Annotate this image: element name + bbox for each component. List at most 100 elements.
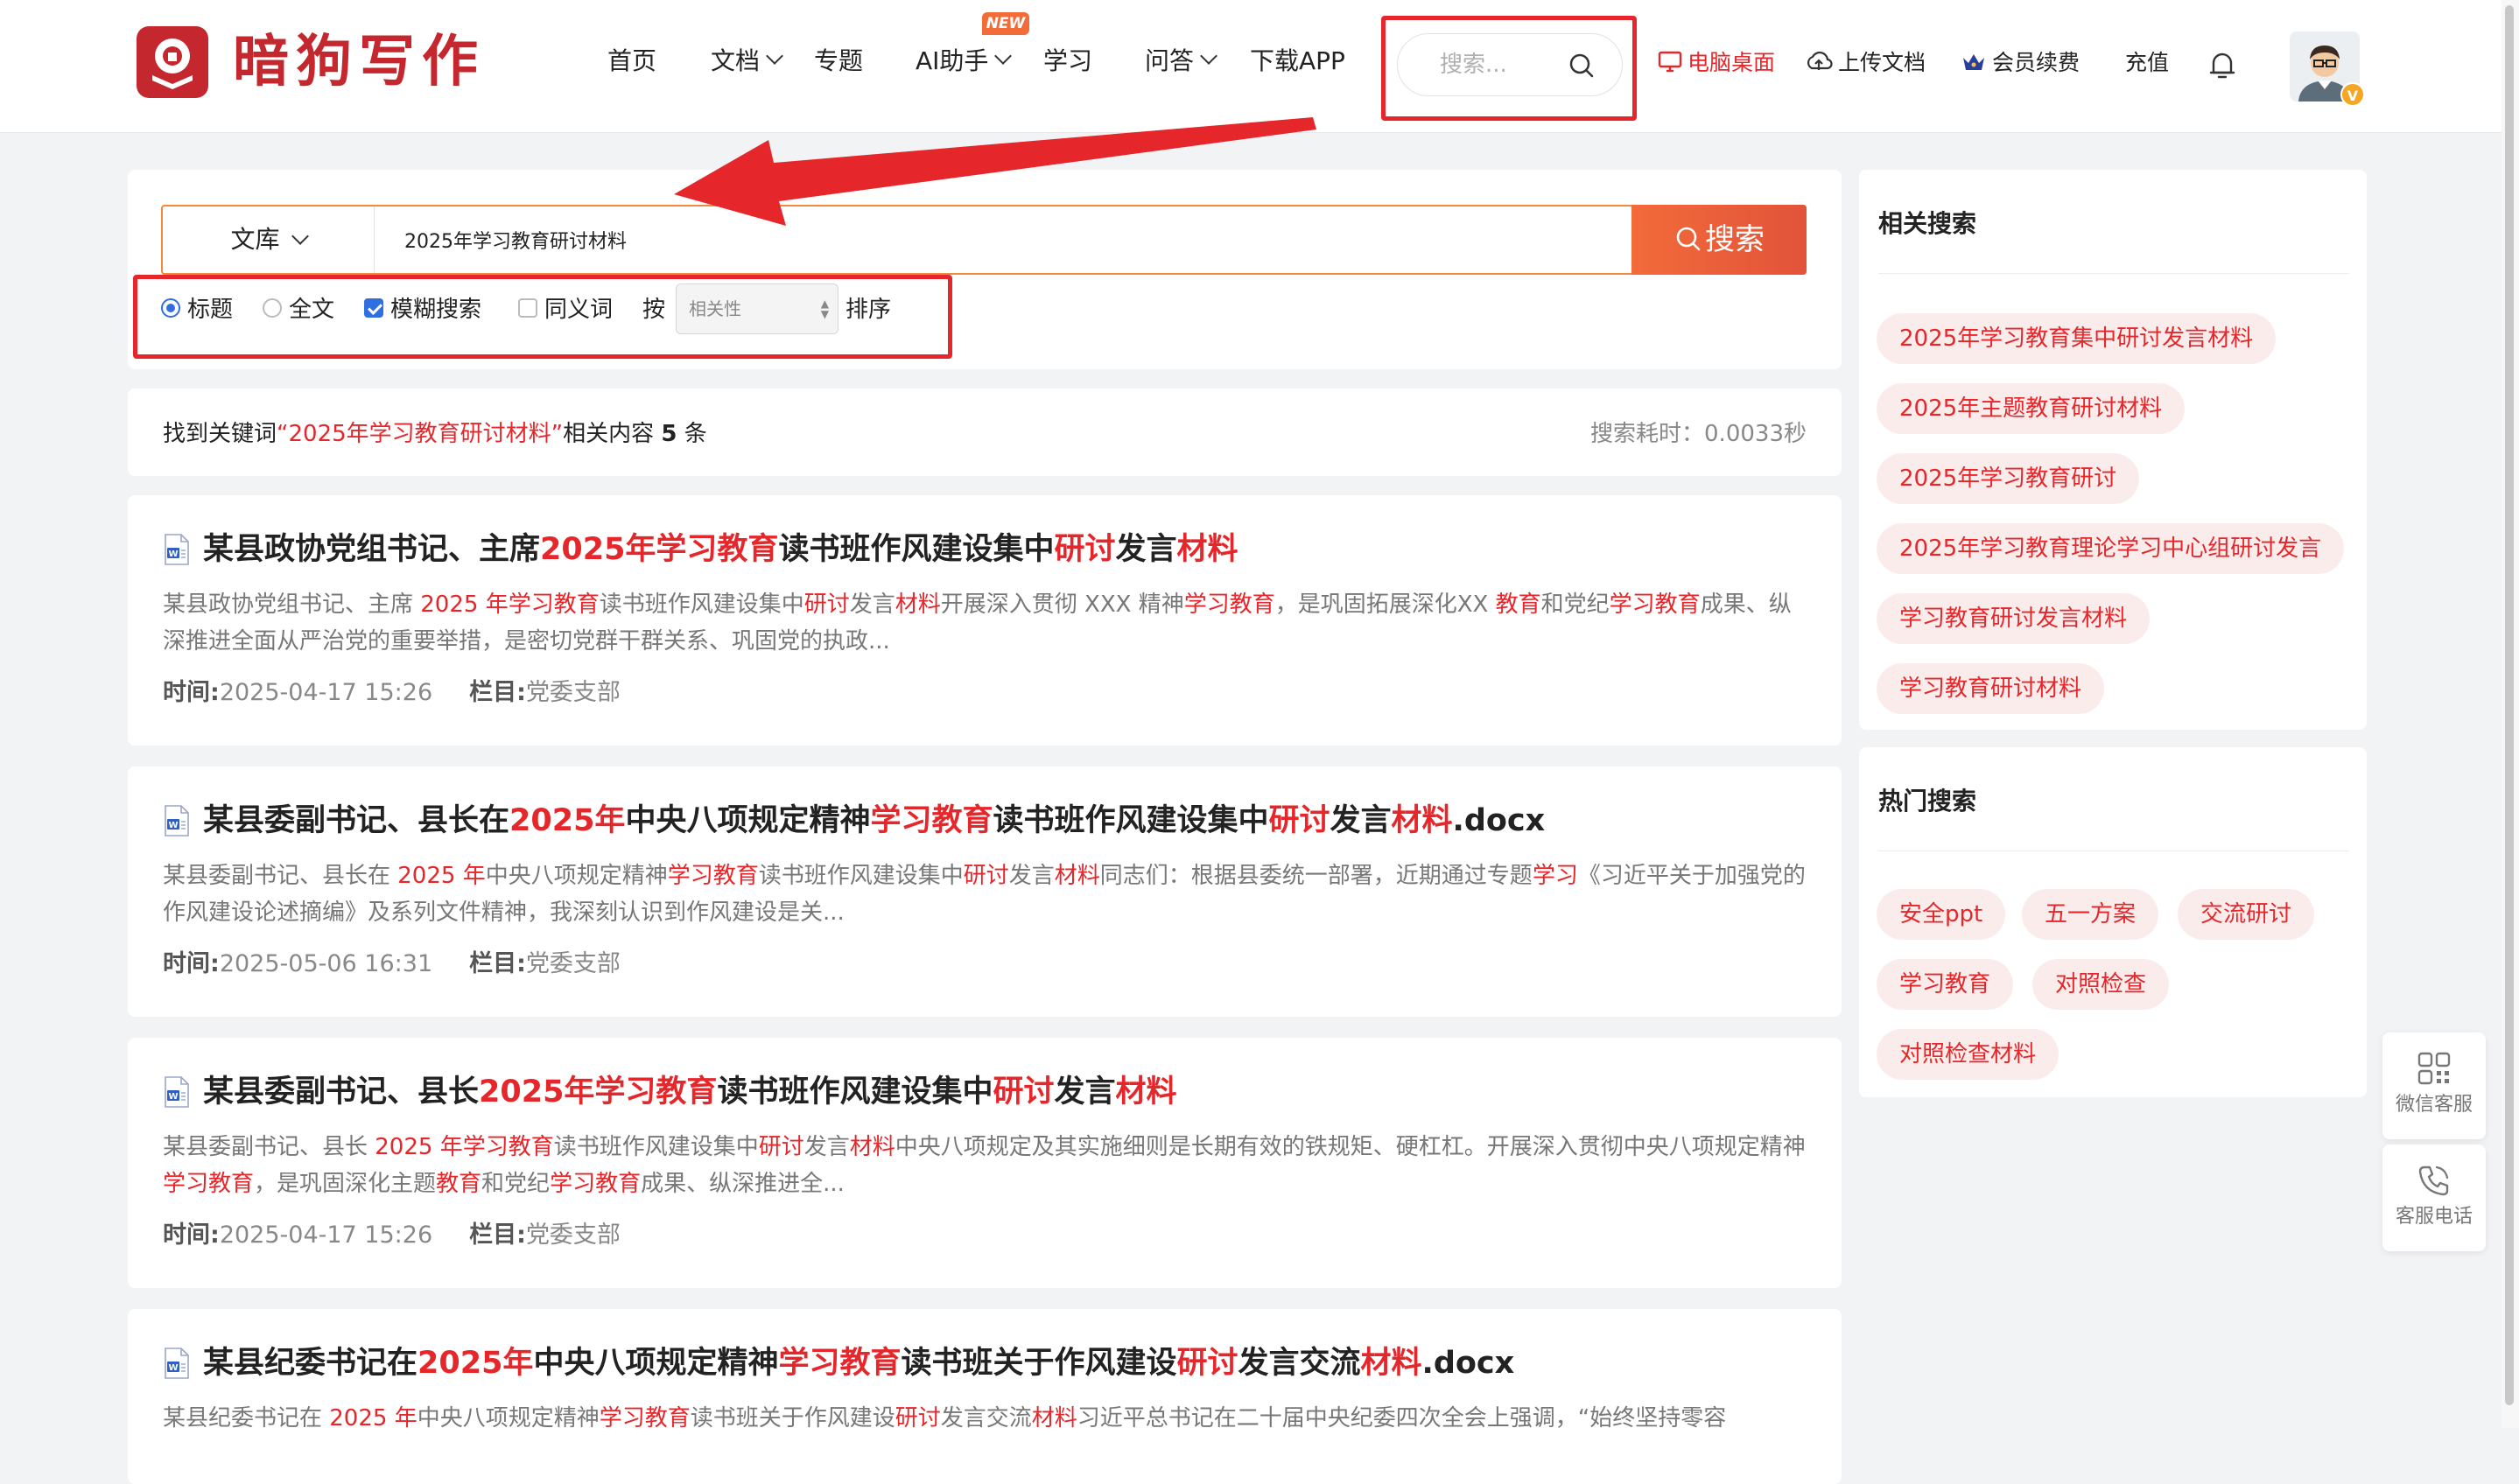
result-snippet: 某县委副书记、县长 2025 年学习教育读书班作风建设集中研讨发言材料中央八项规… [163,1129,1808,1202]
keyword-highlight: 材料 [1360,1346,1422,1381]
text-segment: 某县纪委书记在 [203,1346,418,1381]
phone-service-label: 客服电话 [2395,1206,2473,1228]
text-segment: 某县委副书记、县长 [163,1134,375,1160]
result-category[interactable]: 栏目:党委支部 [469,950,621,977]
upload-link[interactable]: 上传文档 [1805,47,1926,79]
logo-icon[interactable] [137,26,208,98]
nav-home-label: 首页 [607,46,657,75]
keyword-highlight: 学习 [1532,863,1578,889]
result-category-label: 栏目: [469,679,526,706]
result-category[interactable]: 栏目:党委支部 [469,679,621,706]
related-search-tag[interactable]: 学习教育研讨材料 [1877,663,2105,714]
hot-search-tag[interactable]: 对照检查 [2032,959,2170,1010]
result-time: 时间:2025-04-17 15:26 [163,679,433,706]
hot-search-tag[interactable]: 交流研讨 [2178,889,2315,940]
keyword-highlight: 学习教育 [870,803,993,838]
svg-text:W: W [168,821,178,830]
radio-fulltext[interactable]: 全文 [263,292,334,327]
chevron-down-icon [291,228,309,245]
word-doc-icon: W [163,1348,191,1379]
checkbox-synonym[interactable]: 同义词 [518,292,613,327]
result-summary: 找到关键词“2025年学习教育研讨材料”相关内容 5 条 [163,416,707,452]
result-category-label: 栏目: [469,1222,526,1249]
bell-icon[interactable] [2207,49,2237,80]
vip-renew-link[interactable]: 会员续费 [1961,47,2080,79]
result-meta: 时间:2025-05-06 16:31 栏目:党委支部 [163,947,657,982]
radio-title[interactable]: 标题 [161,292,233,327]
keyword-highlight: 研讨 [993,1074,1055,1110]
nav-topics-label: 专题 [814,46,864,75]
related-search-tag[interactable]: 学习教育研讨发言材料 [1877,593,2151,644]
search-elapsed: 搜索耗时：0.0033秒 [1590,421,1807,447]
hot-search-tag[interactable]: 对照检查材料 [1877,1029,2059,1080]
text-segment: 开展深入贯彻 XXX 精神 [940,592,1184,618]
related-search-tag[interactable]: 2025年学习教育集中研讨发言材料 [1877,313,2277,364]
text-segment: 发言 [803,1134,850,1160]
result-meta: 时间:2025-04-17 15:26 栏目:党委支部 [163,676,657,710]
word-doc-icon: W [163,534,191,565]
nav-qa[interactable]: 问答 [1145,44,1217,79]
related-search-tag[interactable]: 2025年主题教育研讨材料 [1877,383,2186,434]
chevron-down-icon [994,47,1013,65]
nav-home[interactable]: 首页 [607,44,656,79]
result-title-link[interactable]: 某县纪委书记在2025年中央八项规定精神学习教育读书班关于作风建设研讨发言交流材… [203,1342,1514,1384]
scope-label: 文库 [230,225,280,254]
search-button[interactable]: 搜索 [1631,205,1807,275]
keyword-highlight: 2025年学习教育 [540,532,779,567]
text-segment: 读书班作风建设集中 [717,1074,993,1110]
scope-select[interactable]: 文库 [163,206,375,273]
result-category[interactable]: 栏目:党委支部 [469,1222,621,1249]
logo-text[interactable]: 暗狗写作 [233,26,485,98]
related-search-tag[interactable]: 2025年学习教育研讨 [1877,453,2140,504]
text-segment: 某县委副书记、县长在 [203,803,510,838]
result-title-link[interactable]: 某县委副书记、县长2025年学习教育读书班作风建设集中研讨发言材料 [203,1071,1177,1113]
annotation-arrow [674,117,1316,226]
new-badge: NEW [982,12,1029,35]
checkbox-unchecked-icon [518,298,537,318]
nav-study-label: 学习 [1043,46,1093,75]
result-title-link[interactable]: 某县政协党组书记、主席2025年学习教育读书班作风建设集中研讨发言材料 [203,528,1238,570]
recharge-link[interactable]: 充值 [2125,47,2169,79]
nav-study[interactable]: 学习 [1043,44,1092,79]
checkbox-fuzzy[interactable]: 模糊搜索 [364,292,481,327]
sort-select[interactable]: 相关性 ▲ ▼ [676,284,838,334]
phone-service-button[interactable]: 客服电话 [2382,1144,2486,1251]
hot-search-title: 热门搜索 [1878,787,1977,816]
summary-middle: 相关内容 [563,421,655,447]
nav-app-label: 下载APP [1250,46,1345,75]
related-search-tag[interactable]: 2025年学习教育理论学习中心组研讨发言 [1877,523,2345,574]
nav-docs[interactable]: 文档 [711,44,783,79]
crown-icon [1963,54,1984,70]
scrollbar-thumb[interactable] [2505,5,2514,1405]
text-segment: ，是巩固拓展深化XX [1274,592,1496,618]
keyword-highlight: 2025年学习教育 [479,1074,718,1110]
hot-search-tag[interactable]: 学习教育 [1877,959,2014,1010]
wechat-service-button[interactable]: 微信客服 [2382,1032,2486,1139]
checkbox-fuzzy-label: 模糊搜索 [390,297,482,323]
hot-search-tag[interactable]: 五一方案 [2022,889,2159,940]
result-meta: 时间:2025-04-17 15:26 栏目:党委支部 [163,1218,657,1253]
divider [1878,850,2349,851]
nav-ai-assistant[interactable]: AI助手 [916,44,1013,79]
keyword-highlight: 研讨 [758,1134,804,1160]
qr-code-icon [2417,1052,2451,1085]
keyword-highlight: 2025年 [417,1346,534,1381]
scrollbar[interactable] [2501,0,2519,1428]
hot-search-tag[interactable]: 安全ppt [1877,889,2006,940]
result-time: 时间:2025-05-06 16:31 [163,950,433,977]
annotation-highlight-box [1381,16,1637,121]
vip-link-label: 会员续费 [1992,50,2080,75]
keyword-highlight: 学习教育 [778,1346,902,1381]
keyword-highlight: 2025 年学习教育 [420,592,600,618]
nav-download-app[interactable]: 下载APP [1250,44,1345,79]
desktop-link[interactable]: 电脑桌面 [1658,47,1775,79]
vip-badge: V [2340,82,2365,107]
result-time-label: 时间: [163,950,220,977]
search-icon [1676,227,1701,250]
nav-topics[interactable]: 专题 [814,44,863,79]
wechat-service-label: 微信客服 [2395,1094,2473,1116]
svg-text:W: W [168,1092,178,1102]
result-title-link[interactable]: 某县委副书记、县长在2025年中央八项规定精神学习教育读书班作风建设集中研讨发言… [203,800,1545,842]
divider [1878,273,2349,274]
chevron-down-icon [1200,47,1217,65]
